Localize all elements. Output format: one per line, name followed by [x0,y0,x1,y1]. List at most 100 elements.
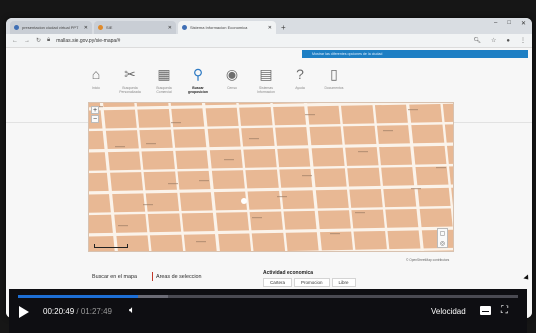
location-marker-icon[interactable] [241,198,247,204]
duration: 01:27:49 [80,307,112,316]
map-street-name [168,183,178,185]
activity-title: Actividad economica [263,270,314,276]
map-street-name [146,143,156,145]
map-street-name [383,130,393,132]
map-street-name [143,204,153,206]
tool-geoposition[interactable]: ⚲ Buscar geoposicion [184,64,212,104]
reload-icon[interactable]: ↻ [36,37,41,44]
selection-areas-link[interactable]: Areas de seleccion [156,274,202,280]
close-icon[interactable]: ✕ [168,25,172,31]
map-street-name [277,196,287,198]
map-street-name [115,146,125,148]
tab-bar: presentacion ciudad virtual PPT ✕ SIE ✕ … [6,18,532,34]
tool-commercial-search[interactable]: ▦ Busqueda Comercial [150,64,178,104]
map-toolbar: ⌂ Inicio ✂ Busqueda Personalizada ▦ Busq… [82,64,362,104]
map-street-name [199,180,209,182]
tool-info-systems[interactable]: ▤ Sistemas Informacion [252,64,280,104]
maximize-icon[interactable]: □ [507,20,511,27]
volume-icon[interactable]: 🔈︎ [129,305,135,316]
browser-tab[interactable]: SIE ✕ [94,21,176,34]
tab-title: SIE [106,25,113,30]
map-street-name [249,138,259,140]
map-street-name [196,241,206,243]
results-section: Buscar en el mapa Areas de seleccion Act… [6,262,532,288]
tab-cartera[interactable]: Cartera [263,278,293,287]
map-street-name [118,225,128,227]
play-icon[interactable] [19,306,29,318]
map-scale-bar [94,244,128,248]
home-icon: ⌂ [91,66,101,82]
tools-icon: ✂ [124,65,136,82]
tool-label: Censo [227,86,237,90]
tool-home[interactable]: ⌂ Inicio [82,64,110,104]
speed-button[interactable]: Velocidad [431,307,466,316]
locate-icon: ⚲ [192,65,204,82]
map-street-name [252,217,262,219]
fullscreen-icon[interactable]: ⛶ [501,305,508,316]
map-canvas[interactable] [89,103,454,252]
map-street-name [330,233,340,235]
document-icon: ▯ [330,65,338,82]
calculator-icon: ▤ [259,65,273,82]
new-tab-icon[interactable]: + [281,22,286,34]
tool-help[interactable]: ? Ayuda [286,64,314,104]
favicon-icon [98,25,103,30]
player-controls: 00:20:49 / 01:27:49 🔈︎ Velocidad ⛶ [9,303,527,329]
url-field[interactable]: mallas.sie.gov.py/sie-mapa/# [56,38,463,44]
window-controls: – □ ✕ [494,20,526,27]
time-display: 00:20:49 / 01:27:49 [43,307,112,316]
map-street-name [411,188,421,190]
activity-tabs: Cartera Promocion Libre [263,278,356,287]
close-window-icon[interactable]: ✕ [521,20,526,27]
favicon-icon [14,25,19,30]
map-street-name [171,122,181,124]
tool-custom-search[interactable]: ✂ Busqueda Personalizada [116,64,144,104]
current-time: 00:20:49 [43,307,75,316]
tool-label: Documentos [324,86,344,90]
tool-label: Buscar geoposicion [188,86,208,94]
tab-title: presentacion ciudad virtual PPT [22,25,79,30]
address-bar: ← → ↻ 🔒︎ mallas.sie.gov.py/sie-mapa/# 🔍︎… [6,34,532,48]
map-street-name [358,151,368,153]
zoom-out-button[interactable]: − [91,115,99,123]
browser-tab-active[interactable]: Sistema Informacion Economica ✕ [178,21,276,34]
search-map-word: mapa [123,274,137,280]
progress-bar[interactable] [18,295,518,298]
map-street-name [408,109,418,111]
map-street-name [436,167,446,169]
map-street-name [305,114,315,116]
tab-promocion[interactable]: Promocion [294,278,330,287]
tab-title: Sistema Informacion Economica [190,25,248,30]
search-map-link[interactable]: Buscar en el mapa [92,274,137,280]
divider [152,272,153,281]
back-icon[interactable]: ← [12,38,18,44]
close-icon[interactable]: ✕ [84,25,88,31]
tool-label: Busqueda Personalizada [119,86,141,94]
tool-label: Ayuda [295,86,305,90]
zoom-in-button[interactable]: + [91,106,99,114]
tool-documents[interactable]: ▯ Documentos [320,64,348,104]
lock-icon: 🔒︎ [47,37,51,43]
tool-label: Sistemas Informacion [257,86,275,94]
close-icon[interactable]: ✕ [268,25,272,31]
disc-icon: ◉ [225,65,239,82]
layer-control[interactable]: ▢ ◎ [437,228,448,248]
map-street-name [224,159,234,161]
subtitles-icon[interactable] [480,306,491,315]
menu-icon[interactable]: ⋮ [520,37,526,44]
tool-label: Inicio [92,86,100,90]
star-icon[interactable]: ☆ [491,37,496,44]
forward-icon[interactable]: → [24,38,30,44]
tool-label: Busqueda Comercial [156,86,172,94]
profile-icon[interactable]: ● [506,38,510,44]
zoom-icon[interactable]: 🔍︎ [473,37,481,44]
tool-census[interactable]: ◉ Censo [218,64,246,104]
minimize-icon[interactable]: – [494,20,497,27]
tab-libre[interactable]: Libre [331,278,356,287]
favicon-icon [182,25,187,30]
zoom-control: + − [91,106,99,123]
street-map[interactable] [88,102,454,252]
map-street-name [302,175,312,177]
help-icon: ? [296,66,304,82]
browser-tab[interactable]: presentacion ciudad virtual PPT ✕ [10,21,92,34]
